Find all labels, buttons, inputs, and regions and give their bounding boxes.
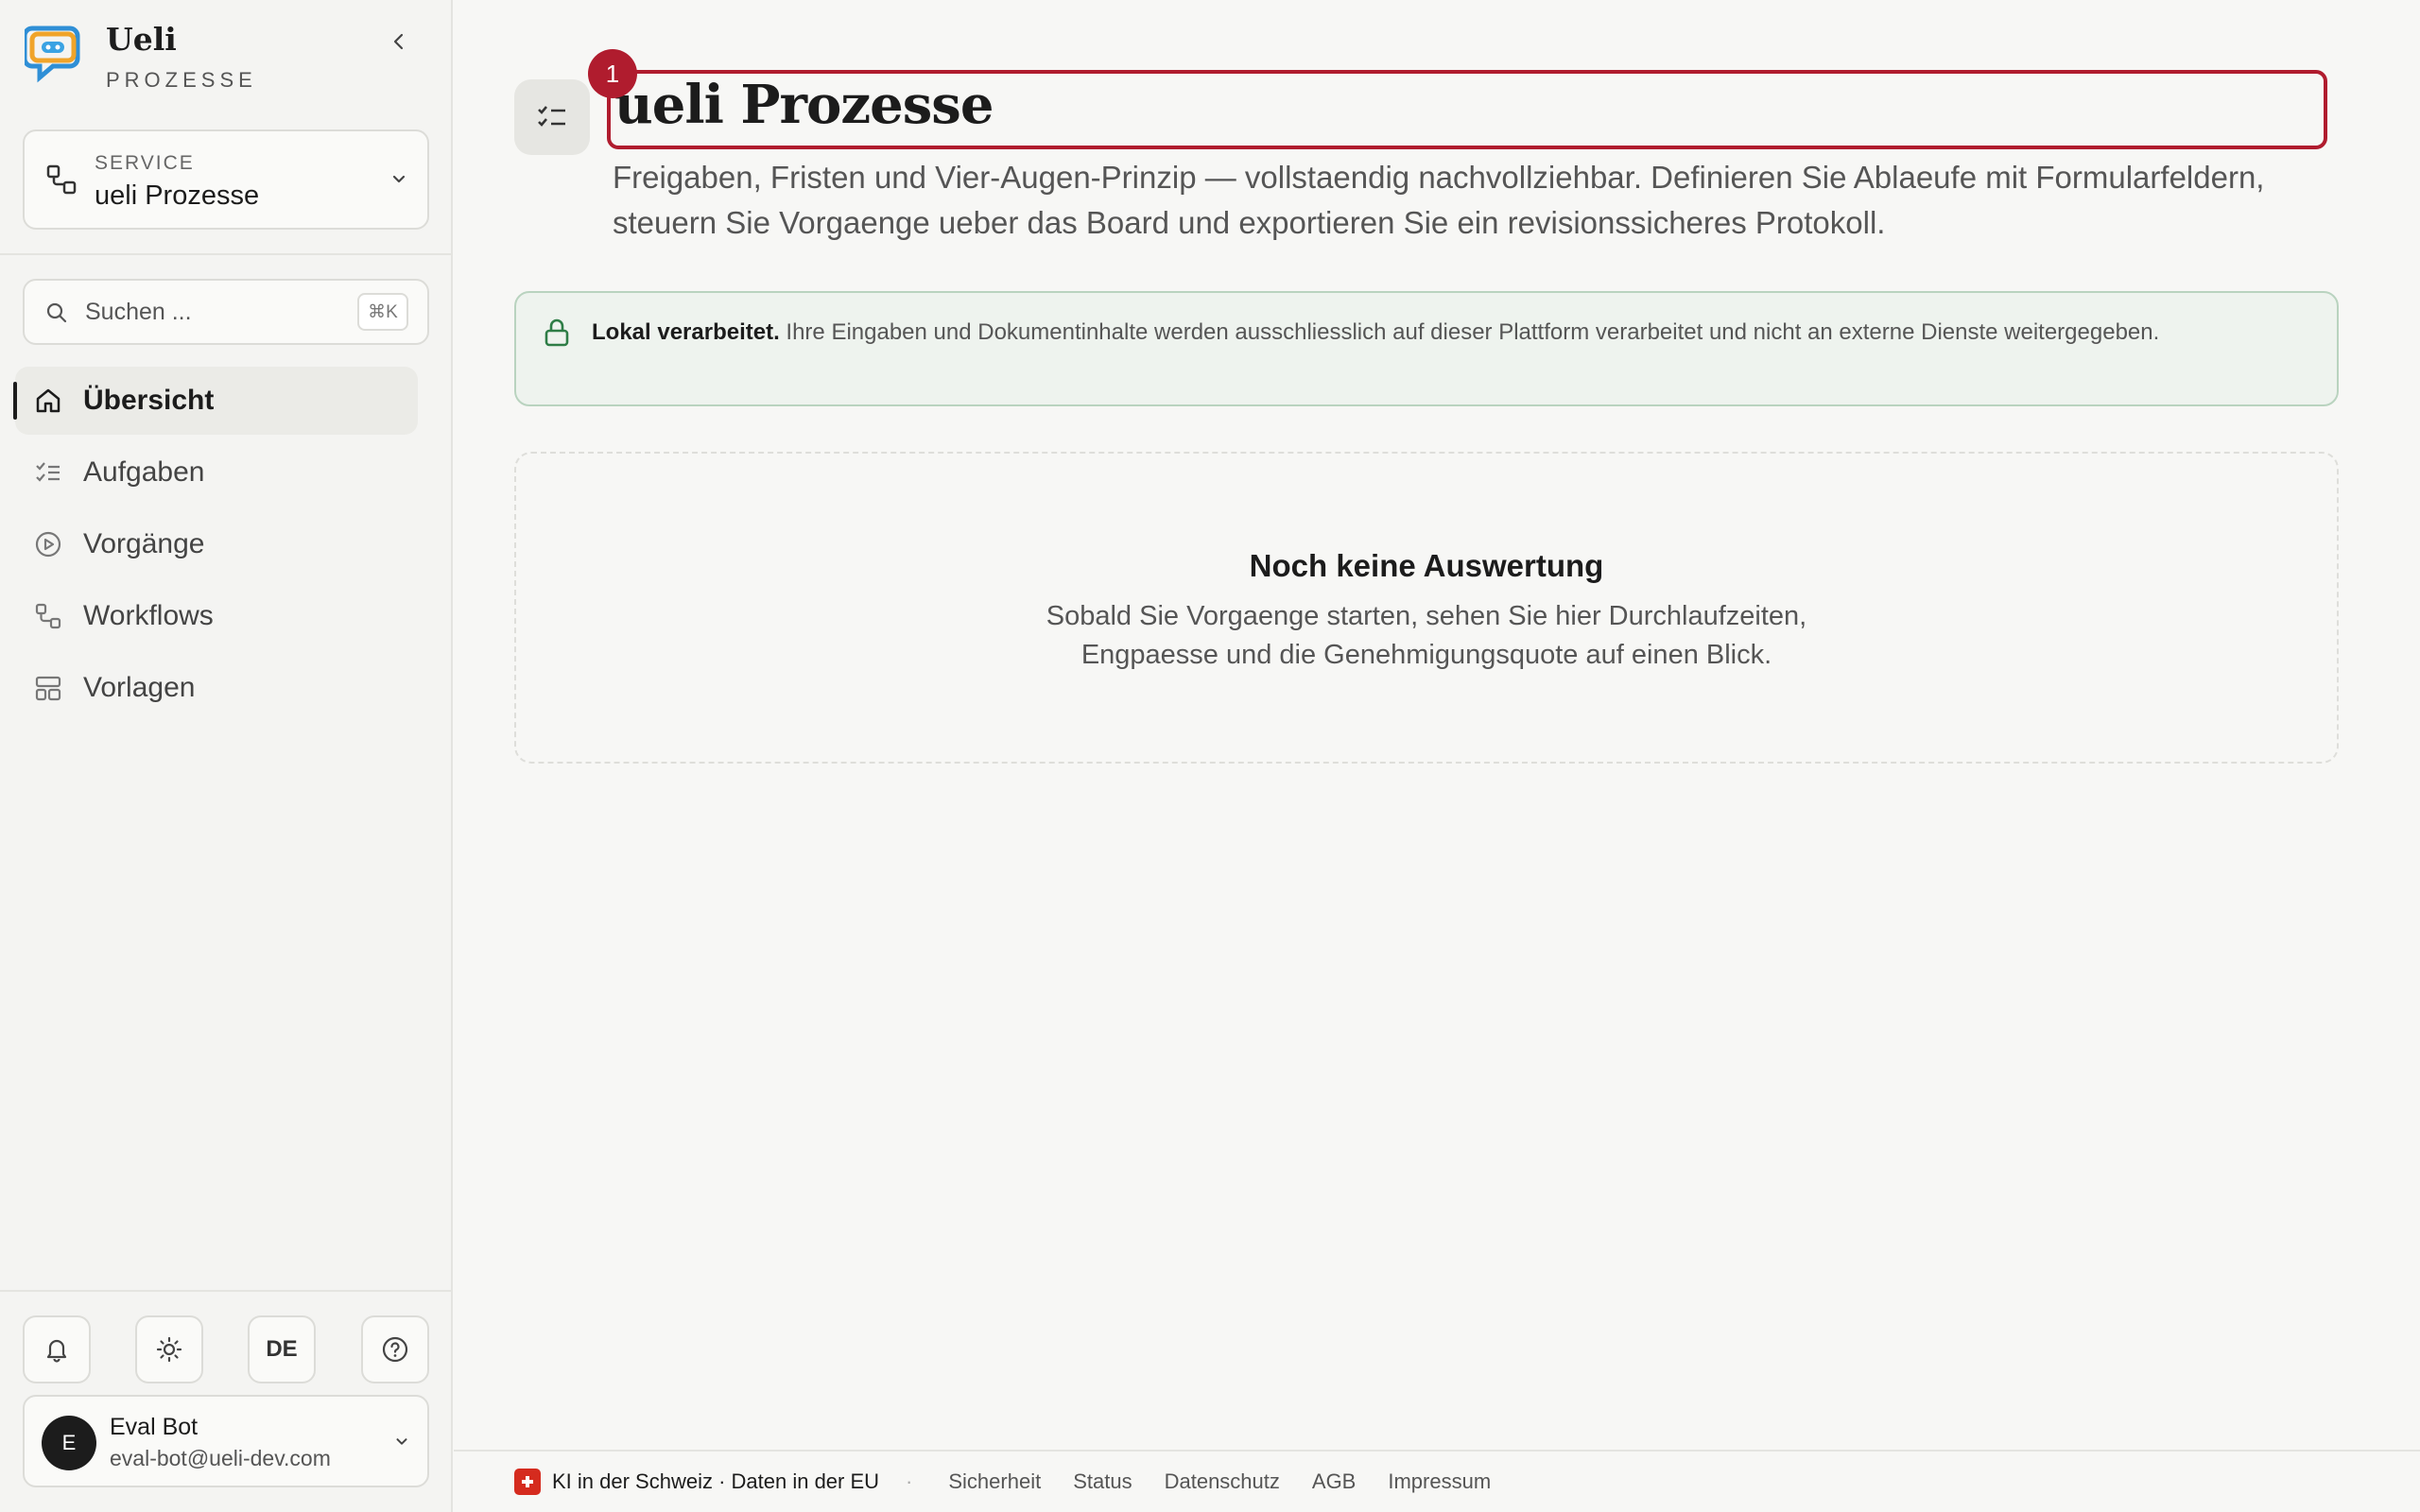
search-input[interactable]: Suchen ... ⌘K [23, 279, 429, 345]
footer: KI in der Schweiz · Daten in der EU · Si… [454, 1450, 2420, 1512]
theme-toggle-button[interactable] [135, 1315, 203, 1383]
search-icon [45, 301, 68, 324]
workflow-icon [32, 600, 64, 632]
empty-state-line: Sobald Sie Vorgaenge starten, sehen Sie … [1046, 601, 1807, 631]
service-value: ueli Prozesse [95, 180, 260, 211]
lock-icon [543, 318, 571, 348]
sidebar-item-label: Vorgänge [83, 528, 205, 559]
sidebar-item-label: Vorlagen [83, 672, 196, 703]
play-circle-icon [32, 528, 64, 560]
footer-link-impressum[interactable]: Impressum [1388, 1469, 1491, 1494]
chevron-down-icon [393, 1433, 410, 1450]
avatar: E [42, 1416, 96, 1470]
annotation-badge: 1 [588, 49, 637, 98]
user-name: Eval Bot [110, 1414, 199, 1440]
sidebar: Ueli PROZESSE SERVICE ueli Prozesse Such… [0, 0, 453, 1512]
sidebar-divider [0, 253, 453, 255]
footer-hosting-text: KI in der Schweiz · Daten in der EU [552, 1469, 880, 1493]
sidebar-item-aufgaben[interactable]: Aufgaben [15, 438, 418, 507]
help-button[interactable] [361, 1315, 429, 1383]
language-button[interactable]: DE [248, 1315, 316, 1383]
sidebar-nav: Übersicht Aufgaben Vorgänge Workflows Vo… [13, 367, 418, 726]
main-content: ueli Prozesse 1 Freigaben, Fristen und V… [454, 0, 2420, 1512]
footer-link-agb[interactable]: AGB [1312, 1469, 1356, 1494]
notifications-button[interactable] [23, 1315, 91, 1383]
footer-link-sicherheit[interactable]: Sicherheit [948, 1469, 1041, 1494]
checklist-icon [32, 456, 64, 489]
privacy-notice: Lokal verarbeitet. Ihre Eingaben und Dok… [514, 291, 2339, 406]
service-switcher[interactable]: SERVICE ueli Prozesse [23, 129, 429, 230]
ueli-logo-icon [25, 23, 81, 83]
sidebar-item-label: Übersicht [83, 385, 215, 416]
empty-state-title: Noch keine Auswertung [1249, 548, 1604, 583]
workflow-icon [45, 163, 78, 196]
notice-text: Lokal verarbeitet. Ihre Eingaben und Dok… [592, 314, 2293, 352]
page-subtitle: Freigaben, Fristen und Vier-Augen-Prinzi… [613, 160, 2265, 240]
sidebar-item-vorlagen[interactable]: Vorlagen [15, 654, 418, 722]
sidebar-item-uebersicht[interactable]: Übersicht [13, 367, 418, 435]
user-menu[interactable]: E Eval Bot eval-bot@ueli-dev.com [23, 1395, 429, 1487]
sidebar-item-vorgaenge[interactable]: Vorgänge [15, 510, 418, 578]
search-placeholder: Suchen ... [85, 299, 192, 325]
empty-state-line: Engpaesse und die Genehmigungsquote auf … [1080, 640, 1772, 670]
collapse-sidebar-button[interactable] [378, 21, 420, 62]
brand[interactable]: Ueli PROZESSE [25, 21, 431, 96]
page-title: ueli Prozesse [614, 74, 994, 136]
footer-link-status[interactable]: Status [1073, 1469, 1132, 1494]
search-shortcut: ⌘K [357, 293, 408, 331]
footer-separator: · [906, 1469, 913, 1493]
sidebar-item-label: Workflows [83, 600, 214, 631]
empty-state: Noch keine Auswertung Sobald Sie Vorgaen… [514, 452, 2339, 764]
brand-name: Ueli [106, 21, 177, 58]
service-label: SERVICE [95, 152, 195, 174]
page-icon [514, 79, 590, 155]
home-icon [32, 385, 64, 417]
sidebar-item-label: Aufgaben [83, 456, 205, 488]
chevron-down-icon [389, 169, 408, 188]
notice-body: Ihre Eingaben und Dokumentinhalte werden… [779, 319, 2160, 345]
brand-subtitle: PROZESSE [106, 68, 257, 92]
empty-state-text: Sobald Sie Vorgaenge starten, sehen Sie … [516, 597, 2337, 675]
user-email: eval-bot@ueli-dev.com [110, 1446, 331, 1470]
template-icon [32, 672, 64, 704]
swiss-flag-icon [514, 1469, 541, 1495]
checklist-icon [538, 106, 565, 127]
sidebar-item-workflows[interactable]: Workflows [15, 582, 418, 650]
notice-title: Lokal verarbeitet. [592, 319, 780, 345]
bell-icon [46, 1339, 67, 1363]
help-circle-icon [382, 1336, 408, 1363]
sidebar-toolbar: DE [23, 1315, 429, 1383]
sun-icon [156, 1336, 182, 1363]
chevron-left-icon [393, 33, 404, 50]
footer-link-datenschutz[interactable]: Datenschutz [1165, 1469, 1280, 1494]
sidebar-divider [0, 1290, 453, 1292]
